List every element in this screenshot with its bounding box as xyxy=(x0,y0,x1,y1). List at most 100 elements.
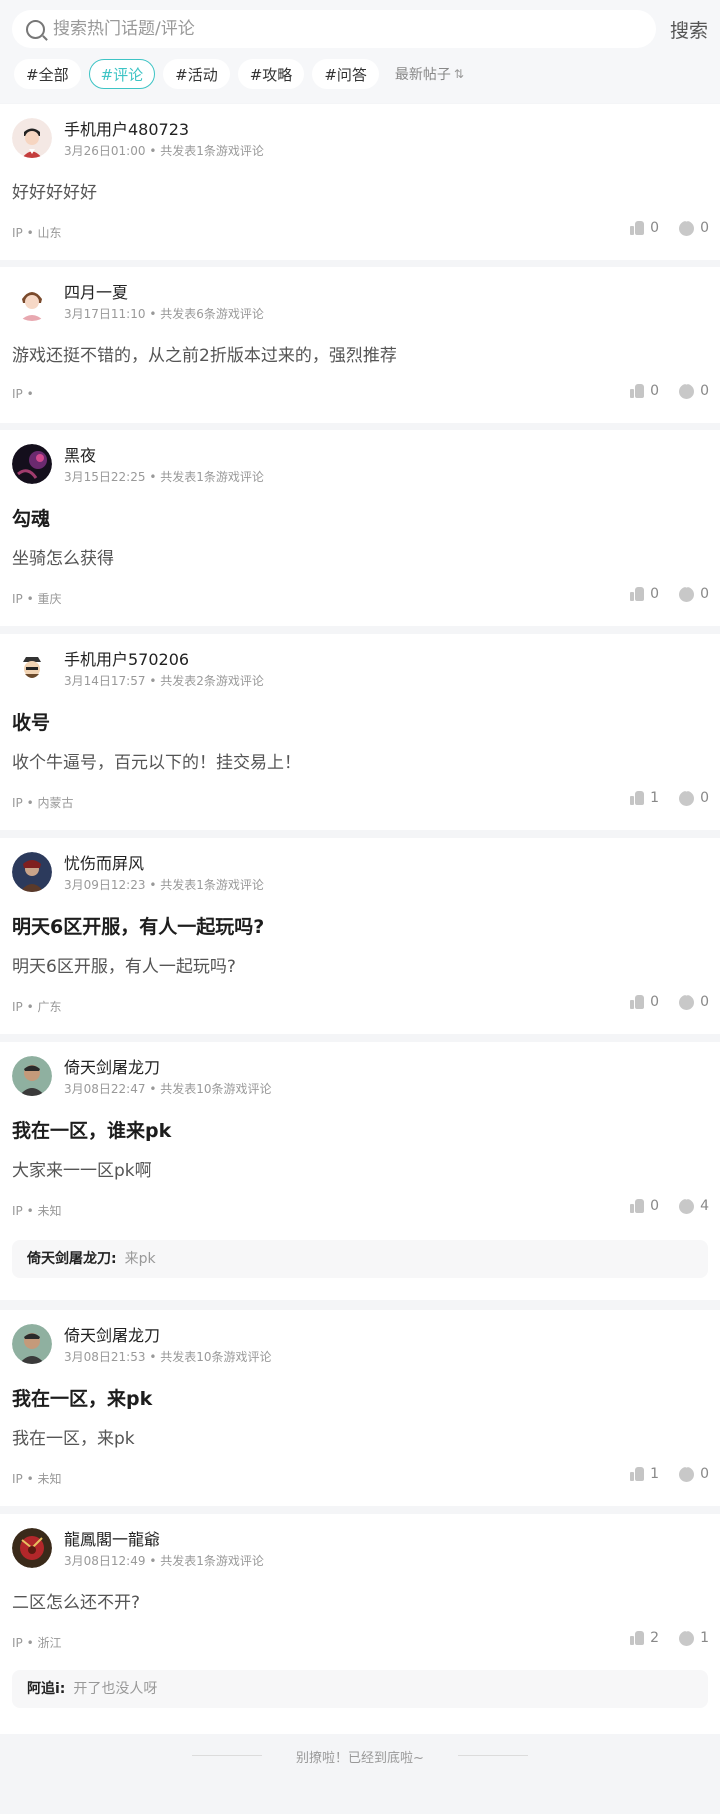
avatar-image xyxy=(12,1056,52,1096)
comment-count: 0 xyxy=(700,790,709,806)
like-count: 0 xyxy=(650,383,660,399)
thumbs-up-icon[interactable] xyxy=(630,791,645,805)
ip-location: IP • xyxy=(12,387,34,401)
ip-location: IP • 广东 xyxy=(12,998,62,1015)
post-meta: 3月09日12:23 • 共发表1条游戏评论 xyxy=(64,876,264,893)
comment-icon[interactable] xyxy=(679,1626,695,1646)
post-meta: 3月08日21:53 • 共发表10条游戏评论 xyxy=(64,1348,272,1365)
post-body: 坐骑怎么获得 xyxy=(12,549,114,569)
post-card[interactable]: 忧伤而屏风 3月09日12:23 • 共发表1条游戏评论 明天6区开服，有人一起… xyxy=(0,838,720,1034)
filter-bar: #全部 #评论 #活动 #攻略 #问答 最新帖子 ⇅ xyxy=(14,59,464,89)
ip-prefix: IP • xyxy=(12,796,34,810)
post-title: 勾魂 xyxy=(12,508,51,530)
avatar[interactable] xyxy=(12,648,52,688)
comment-icon[interactable] xyxy=(679,582,695,602)
thumbs-up-icon[interactable] xyxy=(630,995,645,1009)
search-input[interactable] xyxy=(51,18,635,40)
meta-dot: • xyxy=(149,470,157,484)
post-card[interactable]: 龍鳳閣一龍爺 3月08日12:49 • 共发表1条游戏评论 二区怎么还不开? I… xyxy=(0,1514,720,1734)
comment-icon[interactable] xyxy=(679,216,695,236)
reply-preview[interactable]: 阿追i: 开了也没人呀 xyxy=(12,1670,708,1708)
avatar-image xyxy=(12,852,52,892)
username[interactable]: 黑夜 xyxy=(64,442,96,466)
post-card[interactable]: 四月一夏 3月17日11:10 • 共发表6条游戏评论 游戏还挺不错的，从之前2… xyxy=(0,267,720,423)
post-body: 大家来一一区pk啊 xyxy=(12,1161,152,1181)
reply-preview[interactable]: 倚天剑屠龙刀: 来pk xyxy=(12,1240,708,1278)
username[interactable]: 倚天剑屠龙刀 xyxy=(64,1054,160,1078)
avatar[interactable] xyxy=(12,444,52,484)
username[interactable]: 四月一夏 xyxy=(64,279,128,303)
avatar[interactable] xyxy=(12,118,52,158)
avatar-image xyxy=(12,1528,52,1568)
ip-region: 浙江 xyxy=(37,1636,62,1650)
thumbs-up-icon[interactable] xyxy=(630,587,645,601)
post-card[interactable]: 手机用户570206 3月14日17:57 • 共发表2条游戏评论 收号 收个牛… xyxy=(0,634,720,830)
search-box[interactable] xyxy=(12,10,656,48)
post-meta: 3月15日22:25 • 共发表1条游戏评论 xyxy=(64,468,264,485)
post-stats: 0 0 xyxy=(630,582,709,602)
post-body: 我在一区，来pk xyxy=(12,1429,135,1449)
ip-location: IP • 未知 xyxy=(12,1202,62,1219)
username[interactable]: 手机用户480723 xyxy=(64,116,189,140)
post-date: 3月08日12:49 xyxy=(64,1554,146,1568)
thumbs-up-icon[interactable] xyxy=(630,1467,645,1481)
post-body: 明天6区开服，有人一起玩吗? xyxy=(12,957,236,977)
like-count: 2 xyxy=(650,1630,660,1646)
ip-prefix: IP • xyxy=(12,1636,34,1650)
search-button[interactable]: 搜索 xyxy=(670,16,708,43)
thumbs-up-icon[interactable] xyxy=(630,384,645,398)
thumbs-up-icon[interactable] xyxy=(630,1199,645,1213)
post-stats: 2 1 xyxy=(630,1626,709,1646)
like-count: 0 xyxy=(650,994,660,1010)
comment-icon[interactable] xyxy=(679,379,695,399)
post-card[interactable]: 黑夜 3月15日22:25 • 共发表1条游戏评论 勾魂 坐骑怎么获得 IP •… xyxy=(0,430,720,626)
comment-count: 0 xyxy=(700,586,709,602)
avatar-image xyxy=(12,281,52,321)
meta-dot: • xyxy=(149,1554,157,1568)
avatar[interactable] xyxy=(12,281,52,321)
comment-icon[interactable] xyxy=(679,990,695,1010)
tab-guides[interactable]: #攻略 xyxy=(237,59,305,89)
post-card[interactable]: 倚天剑屠龙刀 3月08日22:47 • 共发表10条游戏评论 我在一区，谁来pk… xyxy=(0,1042,720,1300)
avatar[interactable] xyxy=(12,1324,52,1364)
ip-prefix: IP • xyxy=(12,592,34,606)
tab-comments[interactable]: #评论 xyxy=(88,59,156,89)
comment-count: 4 xyxy=(700,1198,709,1214)
post-stats: 0 0 xyxy=(630,216,709,236)
meta-dot: • xyxy=(149,1082,157,1096)
top-bar: 搜索 #全部 #评论 #活动 #攻略 #问答 最新帖子 ⇅ xyxy=(0,0,720,103)
like-count: 1 xyxy=(650,1466,660,1482)
sort-dropdown[interactable]: 最新帖子 ⇅ xyxy=(395,64,464,84)
like-count: 0 xyxy=(650,1198,660,1214)
post-count: 共发表10条游戏评论 xyxy=(160,1350,272,1364)
post-body: 游戏还挺不错的，从之前2折版本过来的，强烈推荐 xyxy=(12,346,397,366)
ip-region: 广东 xyxy=(37,1000,62,1014)
post-date: 3月08日21:53 xyxy=(64,1350,146,1364)
post-card[interactable]: 手机用户480723 3月26日01:00 • 共发表1条游戏评论 好好好好好 … xyxy=(0,104,720,260)
post-count: 共发表1条游戏评论 xyxy=(160,144,264,158)
avatar[interactable] xyxy=(12,1056,52,1096)
reply-author[interactable]: 阿追i: xyxy=(27,1681,65,1697)
post-body: 好好好好好 xyxy=(12,183,97,203)
comment-icon[interactable] xyxy=(679,786,695,806)
post-count: 共发表10条游戏评论 xyxy=(160,1082,272,1096)
username[interactable]: 手机用户570206 xyxy=(64,646,189,670)
thumbs-up-icon[interactable] xyxy=(630,1631,645,1645)
comment-icon[interactable] xyxy=(679,1462,695,1482)
post-count: 共发表1条游戏评论 xyxy=(160,1554,264,1568)
thumbs-up-icon[interactable] xyxy=(630,221,645,235)
username[interactable]: 倚天剑屠龙刀 xyxy=(64,1322,160,1346)
post-count: 共发表6条游戏评论 xyxy=(160,307,264,321)
tab-qa[interactable]: #问答 xyxy=(312,59,379,89)
post-meta: 3月08日22:47 • 共发表10条游戏评论 xyxy=(64,1080,272,1097)
post-body: 收个牛逼号，百元以下的！挂交易上！ xyxy=(12,753,301,773)
reply-author[interactable]: 倚天剑屠龙刀: xyxy=(27,1251,117,1267)
comment-icon[interactable] xyxy=(679,1194,695,1214)
username[interactable]: 忧伤而屏风 xyxy=(64,850,144,874)
post-card[interactable]: 倚天剑屠龙刀 3月08日21:53 • 共发表10条游戏评论 我在一区，来pk … xyxy=(0,1310,720,1506)
tab-events[interactable]: #活动 xyxy=(163,59,230,89)
username[interactable]: 龍鳳閣一龍爺 xyxy=(64,1526,160,1550)
avatar[interactable] xyxy=(12,852,52,892)
tab-all[interactable]: #全部 xyxy=(14,59,81,89)
avatar[interactable] xyxy=(12,1528,52,1568)
